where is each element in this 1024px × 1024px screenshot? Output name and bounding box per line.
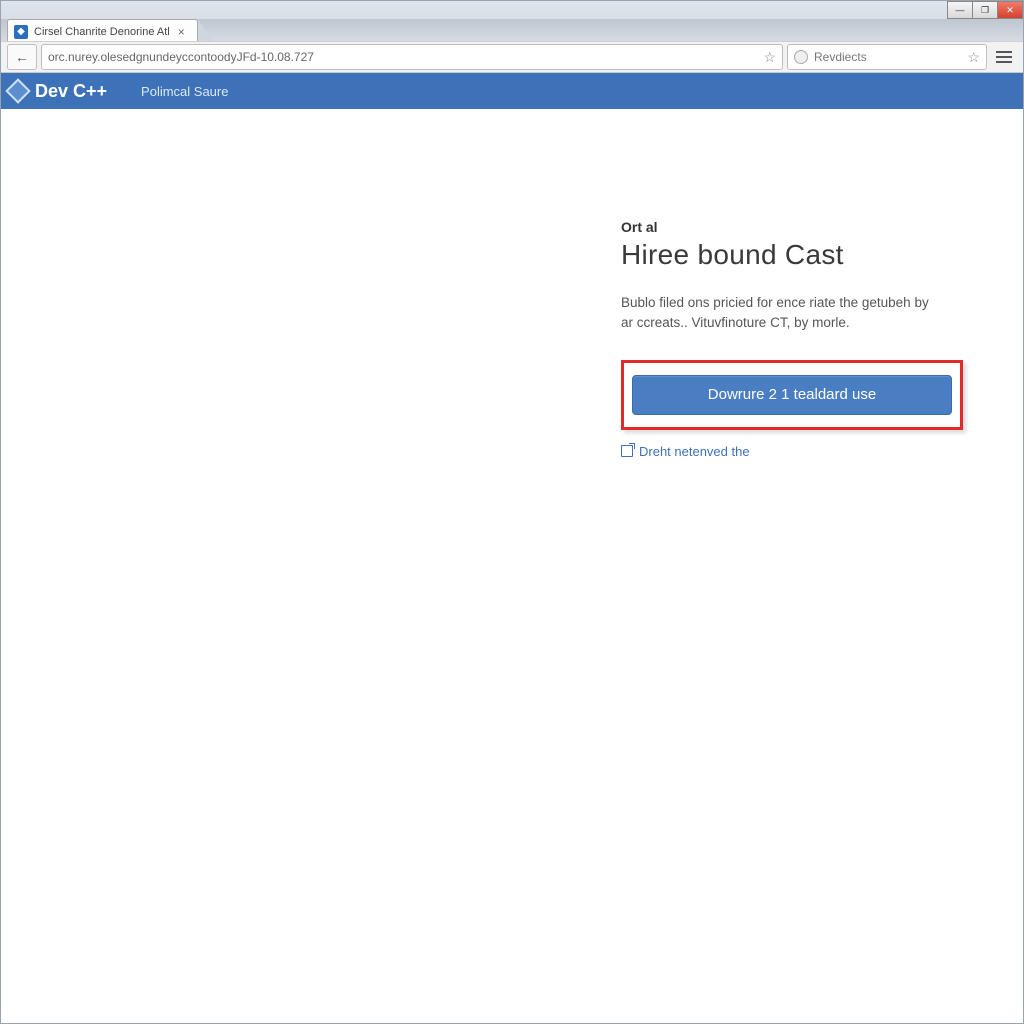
secondary-link-text: Dreht netenved the <box>639 444 750 459</box>
tab-close-button[interactable]: × <box>176 25 187 39</box>
site-navbar: Dev C++ Polimcal Saure <box>1 73 1023 109</box>
secondary-star-icon[interactable]: ☆ <box>967 49 980 66</box>
close-icon: ✕ <box>1006 5 1014 16</box>
tab-strip: ◆ Cirsel Chanrite Denorine Atl × <box>1 19 1023 41</box>
hamburger-bar-icon <box>996 51 1012 53</box>
external-link-icon <box>621 445 633 457</box>
back-arrow-icon: ← <box>15 49 29 65</box>
minimize-icon: — <box>956 5 965 15</box>
omnibox[interactable]: orc.nurey.olesedgnundeyccontoodyJFd-10.0… <box>41 44 783 70</box>
hamburger-bar-icon <box>996 61 1012 63</box>
tab-angle-decoration <box>198 19 212 41</box>
tab-title: Cirsel Chanrite Denorine Atl <box>34 26 170 38</box>
download-button-label: Dowrure 2 1 tealdard use <box>708 386 876 403</box>
window-maximize-button[interactable]: ❐ <box>972 1 998 19</box>
secondary-link[interactable]: Dreht netenved the <box>621 444 983 459</box>
page-description: Bublo filed ons pricied for ence riate t… <box>621 293 941 334</box>
browser-tab[interactable]: ◆ Cirsel Chanrite Denorine Atl × <box>7 19 198 41</box>
secondary-box-label: Revdiects <box>814 50 867 64</box>
globe-icon <box>794 50 808 64</box>
cta-highlight-box: Dowrure 2 1 tealdard use <box>621 360 963 430</box>
kicker-text: Ort al <box>621 219 983 235</box>
browser-menu-button[interactable] <box>991 44 1017 70</box>
address-bar-row: ← orc.nurey.olesedgnundeyccontoodyJFd-10… <box>1 41 1023 73</box>
bookmark-star-icon[interactable]: ☆ <box>763 49 776 66</box>
hamburger-bar-icon <box>996 56 1012 58</box>
brand-diamond-icon <box>5 78 30 103</box>
download-button[interactable]: Dowrure 2 1 tealdard use <box>632 375 952 415</box>
page-title: Hiree bound Cast <box>621 239 983 271</box>
nav-back-button[interactable]: ← <box>7 44 37 70</box>
window-close-button[interactable]: ✕ <box>997 1 1023 19</box>
nav-link-1[interactable]: Polimcal Saure <box>141 84 228 99</box>
site-brand[interactable]: Dev C++ <box>9 81 107 102</box>
secondary-address-box[interactable]: Revdiects ☆ <box>787 44 987 70</box>
brand-text: Dev C++ <box>35 81 107 102</box>
tab-favicon-icon: ◆ <box>14 25 28 39</box>
window-minimize-button[interactable]: — <box>947 1 973 19</box>
url-text: orc.nurey.olesedgnundeyccontoodyJFd-10.0… <box>48 50 314 64</box>
maximize-icon: ❐ <box>981 5 989 16</box>
page-content: Ort al Hiree bound Cast Bublo filed ons … <box>1 109 1023 1023</box>
